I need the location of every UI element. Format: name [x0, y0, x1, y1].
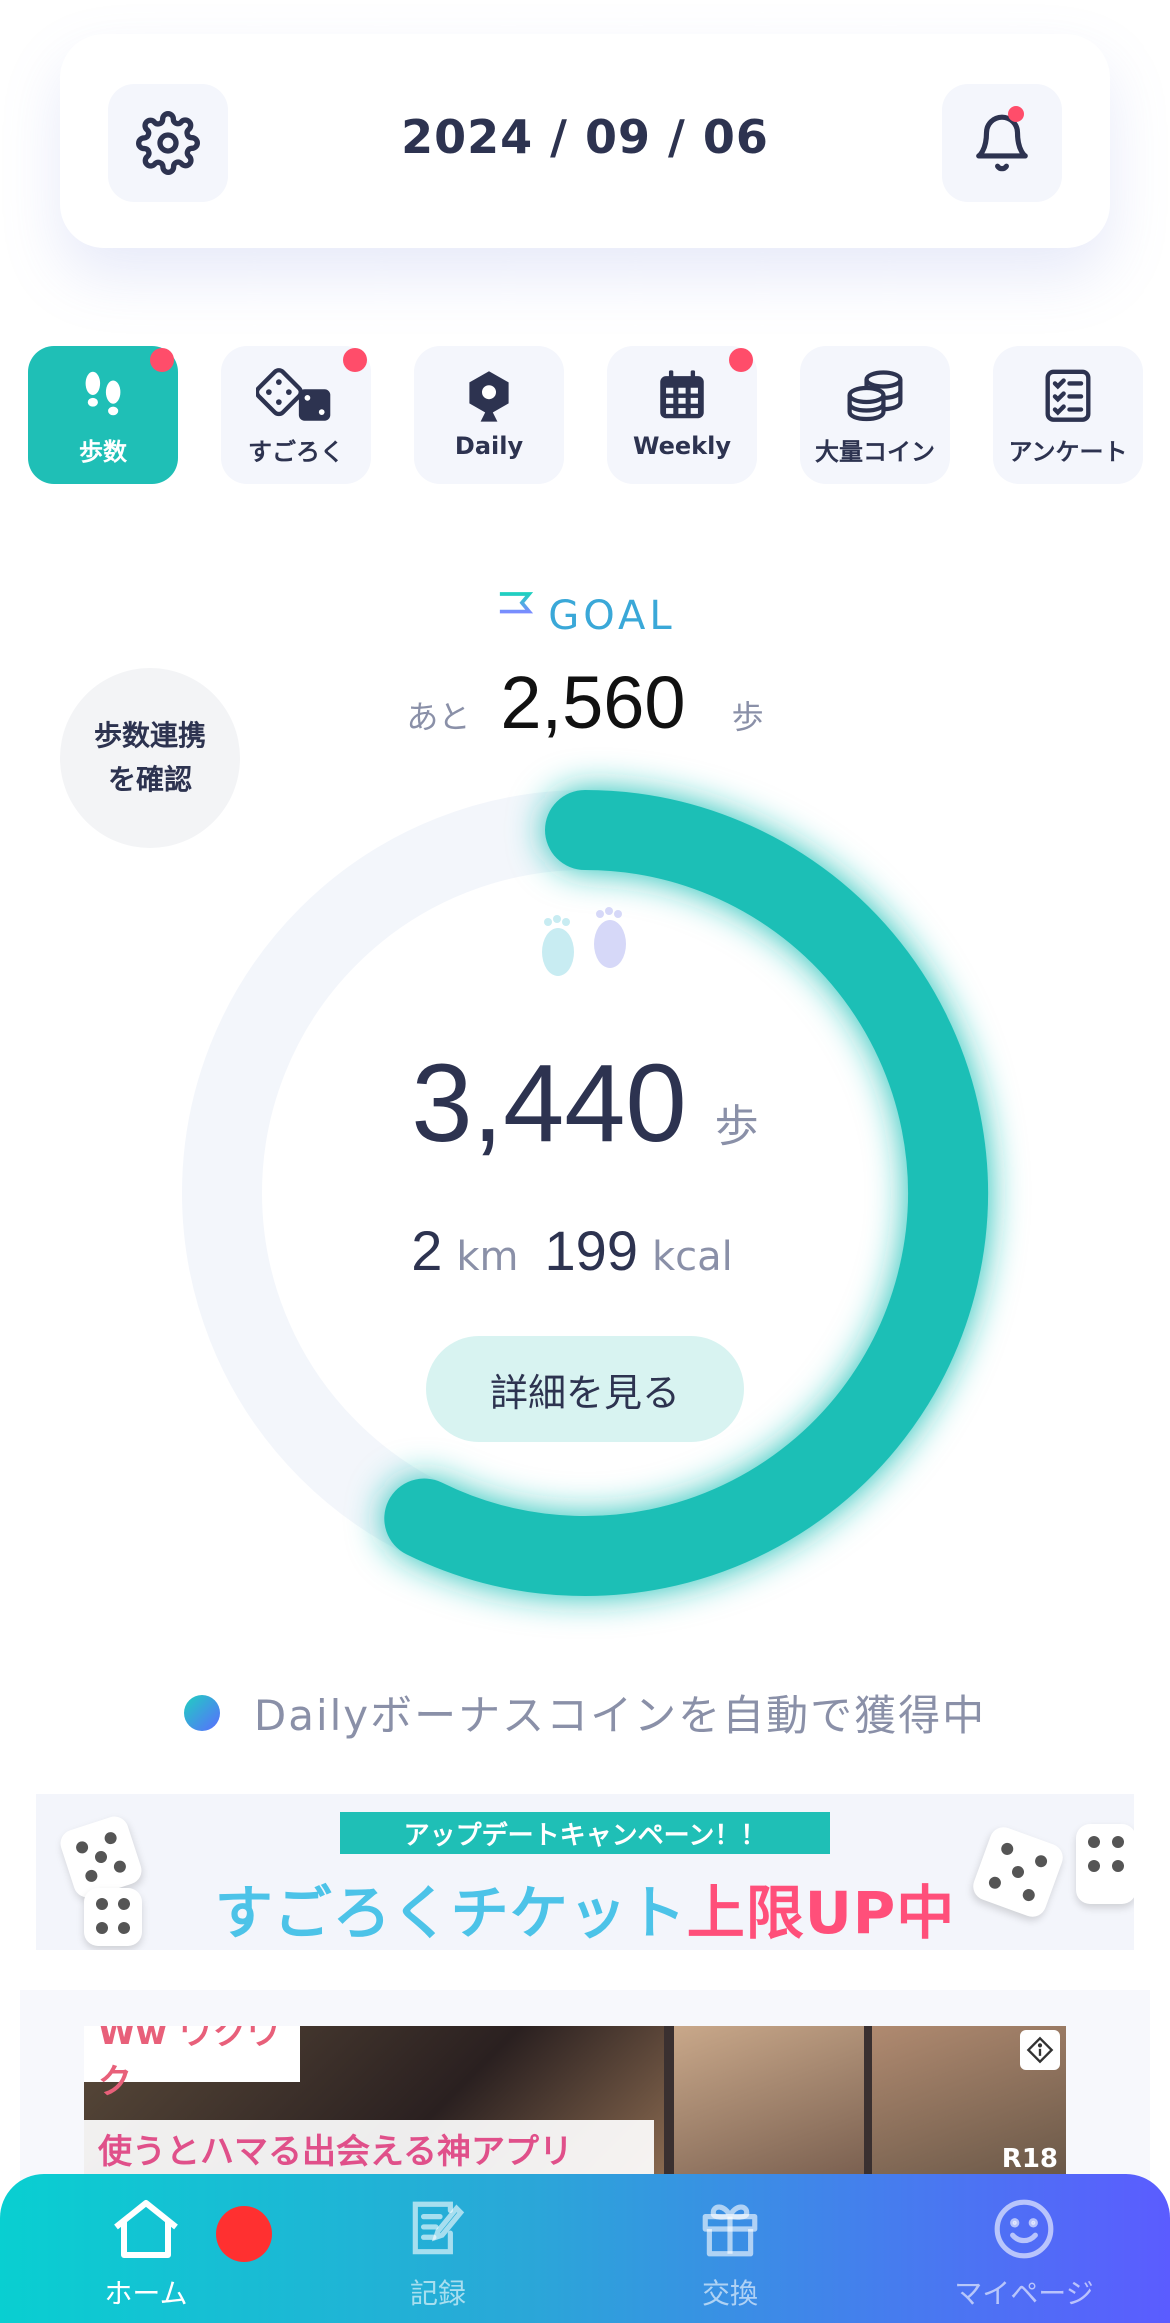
edit-note-icon	[412, 2201, 465, 2255]
nav-label: ホーム	[104, 2277, 188, 2310]
progress-arc	[384, 790, 988, 1596]
nav-item-home[interactable]: ホーム	[46, 2196, 272, 2312]
ad-brand: Ww ワクワク	[84, 2026, 300, 2102]
campaign-headline: すごろくチケット上限UP中	[36, 1866, 1134, 1950]
ad-rating: R18	[1001, 2144, 1058, 2174]
campaign-tag: アップデートキャンペーン！！	[340, 1812, 830, 1854]
home-screen: 2024 / 09 / 06 歩数 すごろく Daily Weekly 大量コイ…	[0, 0, 1170, 2323]
step-progress-ring	[182, 790, 988, 1596]
activity-stats: 2 km 199 kcal	[0, 1218, 1170, 1283]
nav-item-exchange[interactable]: 交換	[630, 2196, 830, 2312]
campaign-headline-b: 上限UP中	[686, 1879, 956, 1947]
nav-label: 交換	[701, 2277, 758, 2310]
step-count: 3,440 歩	[0, 1040, 1170, 1167]
ad-banner[interactable]: Ww ワクワク 使うとハマる出会える神アプリ R18	[84, 2026, 1066, 2176]
view-details-button[interactable]: 詳細を見る	[426, 1336, 744, 1442]
ad-info-icon[interactable]	[1020, 2030, 1060, 2070]
nav-label: マイページ	[954, 2277, 1094, 2310]
bonus-status-text: Dailyボーナスコインを自動で獲得中	[253, 1691, 987, 1740]
smiley-icon	[994, 2199, 1054, 2259]
nav-badge	[216, 2206, 272, 2262]
ad-copy: 使うとハマる出会える神アプリ	[84, 2120, 654, 2176]
campaign-headline-a: すごろくチケット	[214, 1879, 687, 1947]
gift-icon	[702, 2204, 758, 2257]
bonus-indicator-icon	[183, 1694, 220, 1731]
distance-value: 2	[411, 1219, 443, 1282]
home-icon	[114, 2200, 178, 2258]
bonus-status: Dailyボーナスコインを自動で獲得中	[0, 1682, 1170, 1743]
step-count-unit: 歩	[714, 1101, 759, 1152]
campaign-banner[interactable]: アップデートキャンペーン！！ すごろくチケット上限UP中	[36, 1794, 1134, 1950]
ad-photo	[674, 2026, 864, 2176]
footprints-illustration	[542, 907, 626, 976]
calories-value: 199	[544, 1219, 638, 1282]
nav-item-mypage[interactable]: マイページ	[924, 2196, 1124, 2312]
distance-unit: km	[456, 1234, 519, 1280]
calories-unit: kcal	[651, 1234, 733, 1280]
nav-label: 記録	[409, 2277, 466, 2310]
step-count-value: 3,440	[411, 1042, 687, 1165]
bottom-nav: ホーム 記録 交換 マイページ	[0, 2174, 1170, 2323]
nav-item-records[interactable]: 記録	[338, 2196, 538, 2312]
